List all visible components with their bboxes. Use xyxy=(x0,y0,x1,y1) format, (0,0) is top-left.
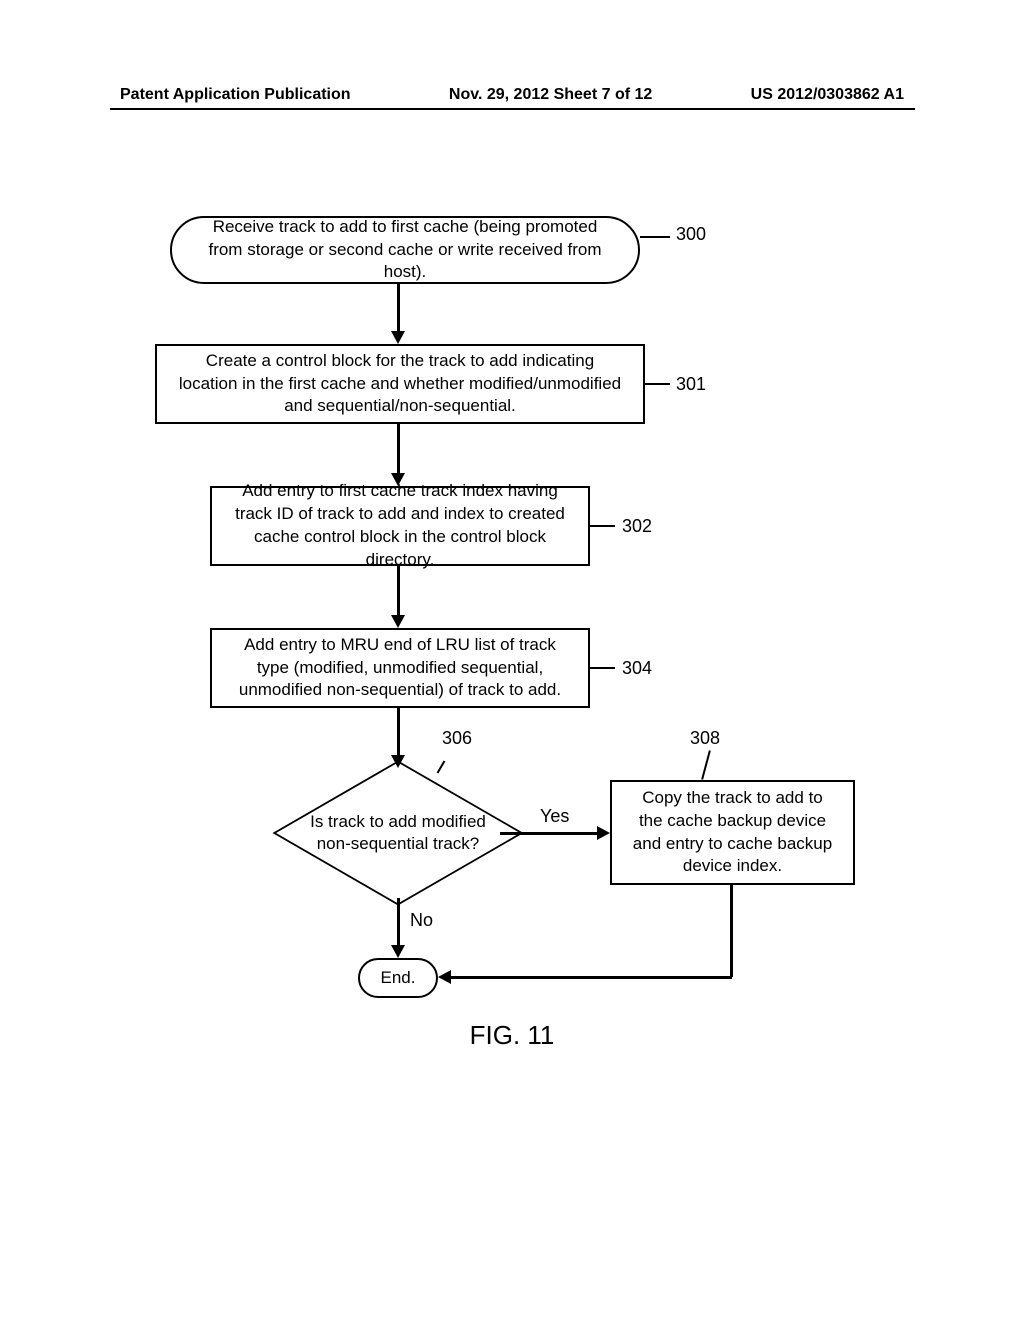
arrowhead-302-304 xyxy=(391,615,405,628)
ref-302: 302 xyxy=(622,516,652,537)
step-300-shape: Receive track to add to first cache (bei… xyxy=(170,216,640,284)
step-300-text: Receive track to add to first cache (bei… xyxy=(202,216,608,285)
step-308-text: Copy the track to add to the cache backu… xyxy=(632,787,833,879)
arrow-304-306 xyxy=(397,708,400,758)
arrowhead-308-end xyxy=(438,970,451,984)
header-right: US 2012/0303862 A1 xyxy=(751,86,904,104)
ref-300: 300 xyxy=(676,224,706,245)
step-308-shape: Copy the track to add to the cache backu… xyxy=(610,780,855,885)
ref-306: 306 xyxy=(442,728,472,749)
arrowhead-300-301 xyxy=(391,331,405,344)
arrow-308-end-v xyxy=(730,885,733,977)
header-center: Nov. 29, 2012 Sheet 7 of 12 xyxy=(449,86,652,104)
step-302-text: Add entry to first cache track index hav… xyxy=(232,480,568,572)
header-left: Patent Application Publication xyxy=(120,86,351,104)
step-304-shape: Add entry to MRU end of LRU list of trac… xyxy=(210,628,590,708)
ref-301: 301 xyxy=(676,374,706,395)
step-304-text: Add entry to MRU end of LRU list of trac… xyxy=(232,634,568,703)
ref-308: 308 xyxy=(690,728,720,749)
arrow-308-end-h xyxy=(450,976,732,979)
arrow-no xyxy=(397,898,400,948)
page-header: Patent Application Publication Nov. 29, … xyxy=(0,86,1024,104)
arrow-300-301 xyxy=(397,284,400,334)
decision-306-text: Is track to add modified non-sequential … xyxy=(298,768,498,898)
arrowhead-yes xyxy=(597,826,610,840)
leader-300 xyxy=(640,236,670,238)
decision-306-shape: Is track to add modified non-sequential … xyxy=(298,768,498,898)
leader-304 xyxy=(590,667,615,669)
no-label: No xyxy=(410,910,433,931)
ref-304: 304 xyxy=(622,658,652,679)
arrow-302-304 xyxy=(397,566,400,618)
step-301-shape: Create a control block for the track to … xyxy=(155,344,645,424)
arrow-301-302 xyxy=(397,424,400,476)
leader-301 xyxy=(645,383,670,385)
leader-308 xyxy=(701,750,711,779)
arrow-yes xyxy=(500,832,600,835)
step-301-text: Create a control block for the track to … xyxy=(177,350,623,419)
figure-label: FIG. 11 xyxy=(470,1020,555,1051)
leader-302 xyxy=(590,525,615,527)
step-302-shape: Add entry to first cache track index hav… xyxy=(210,486,590,566)
yes-label: Yes xyxy=(540,806,569,827)
arrowhead-no xyxy=(391,945,405,958)
header-divider xyxy=(110,108,915,110)
terminal-end-text: End. xyxy=(381,967,416,990)
terminal-end-shape: End. xyxy=(358,958,438,998)
